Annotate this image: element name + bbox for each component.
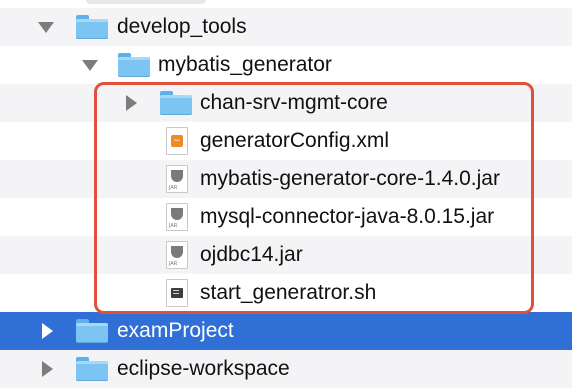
disclosure-expanded-icon[interactable] (38, 22, 54, 33)
tree-row-label: mybatis_generator (158, 53, 332, 76)
tree-row-eclipse-workspace[interactable]: eclipse-workspace (0, 350, 572, 388)
disclosure-collapsed-icon[interactable] (42, 361, 53, 377)
disclosure-expanded-icon[interactable] (82, 60, 98, 71)
folder-icon (76, 357, 108, 381)
tree-row-label: develop_tools (117, 15, 247, 38)
cut-off-row (86, 0, 206, 4)
tree-row-examproject[interactable]: examProject (0, 312, 572, 350)
tree-row-label: examProject (117, 319, 234, 342)
tree-row-label: eclipse-workspace (117, 357, 290, 380)
folder-icon (76, 15, 108, 39)
tree-row-develop-tools[interactable]: develop_tools (0, 8, 572, 46)
disclosure-collapsed-icon[interactable] (42, 323, 53, 339)
scrolled-row-fragment (0, 0, 572, 6)
folder-icon (76, 319, 108, 343)
highlight-annotation-box (94, 82, 534, 314)
folder-icon (118, 53, 150, 77)
tree-row-mybatis-generator[interactable]: mybatis_generator (0, 46, 572, 84)
